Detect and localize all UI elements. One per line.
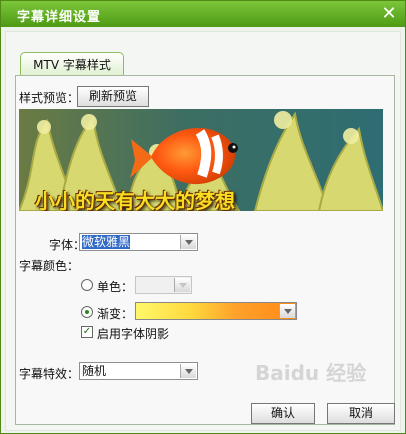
subtitle-effect-value: 随机 (82, 364, 107, 378)
font-select[interactable]: 微软雅黑 (79, 233, 198, 251)
font-selected-value: 微软雅黑 (82, 235, 131, 249)
dialog-title: 字幕详细设置 (17, 10, 102, 25)
close-icon[interactable]: ✕ (379, 4, 399, 24)
subtitle-effect-label: 字幕特效： (19, 367, 80, 381)
single-color-radio[interactable] (81, 279, 93, 291)
subtitle-color-label: 字幕颜色： (19, 259, 80, 273)
single-color-label: 单色： (97, 280, 134, 294)
tab-mtv-subtitle-style[interactable]: MTV 字幕样式 (20, 52, 124, 76)
enable-shadow-label: 启用字体阴影 (97, 327, 170, 341)
chevron-down-icon[interactable] (180, 235, 196, 249)
style-preview-label: 样式预览： (19, 91, 80, 105)
checkmark-icon[interactable]: ✓ (81, 326, 93, 338)
single-color-select (135, 276, 192, 294)
refresh-preview-button[interactable]: 刷新预览 (77, 86, 149, 107)
subtitle-preview-image: 小小的天有大大的梦想 (19, 109, 383, 211)
gradient-radio[interactable] (81, 306, 93, 318)
gradient-label: 渐变： (97, 307, 134, 321)
chevron-down-icon[interactable] (180, 364, 196, 378)
cancel-button[interactable]: 取消 (327, 403, 395, 424)
dialog-title-bar[interactable]: 字幕详细设置 ✕ (1, 1, 405, 27)
subtitle-settings-dialog: 字幕详细设置 ✕ MTV 字幕样式 样式预览： 刷新预览 小小的天有大大的梦想 … (0, 0, 406, 434)
chevron-down-icon[interactable] (279, 304, 295, 318)
subtitle-effect-select[interactable]: 随机 (79, 362, 198, 380)
gradient-color-picker[interactable] (135, 302, 297, 320)
preview-subtitle-text: 小小的天有大大的梦想 (35, 189, 235, 211)
confirm-button[interactable]: 确认 (251, 403, 315, 424)
chevron-down-icon (174, 278, 190, 292)
